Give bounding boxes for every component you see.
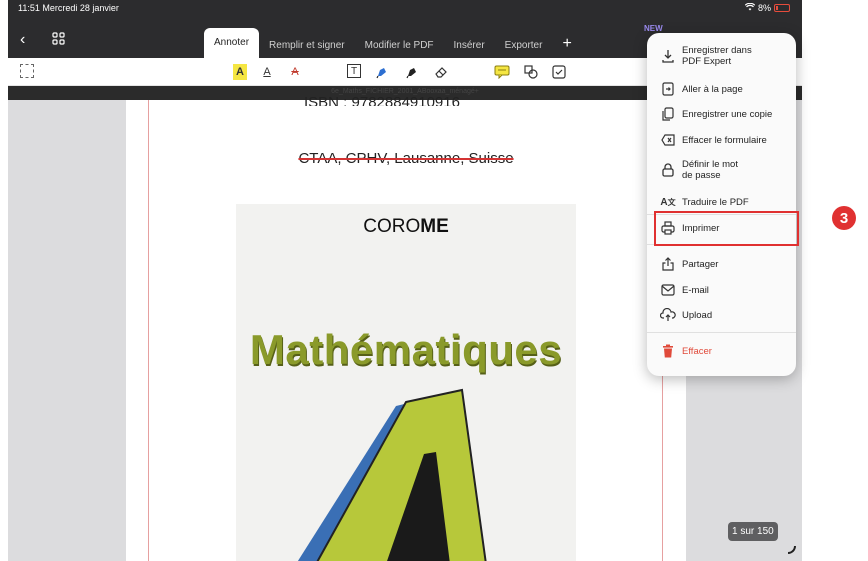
menu-item-upload[interactable]: Upload [647, 306, 796, 324]
cover-brand: COROME [363, 216, 449, 237]
strikethrough-tool[interactable]: A [289, 64, 301, 80]
step-number-badge: 3 [832, 206, 856, 230]
shapes-icon[interactable] [524, 64, 538, 80]
tab-modifier-pdf[interactable]: Modifier le PDF [355, 34, 444, 58]
print-highlight-box [654, 211, 799, 246]
menu-separator [647, 332, 796, 333]
add-tab-button[interactable]: + [552, 32, 581, 58]
pen-icon[interactable] [375, 64, 389, 80]
publisher-text: CTAA, CPHV, Lausanne, Suisse [298, 150, 514, 167]
menu-item-goto-page[interactable]: Aller à la page [647, 80, 796, 98]
wifi-icon [744, 2, 756, 13]
tab-remplir-signer[interactable]: Remplir et signer [259, 34, 355, 58]
tab-inserer[interactable]: Insérer [444, 34, 495, 58]
tab-exporter[interactable]: Exporter [495, 34, 553, 58]
underline-tool[interactable]: A [261, 64, 273, 80]
cover-title: Mathématiques [249, 326, 563, 373]
menu-item-set-password[interactable]: Définir le mot de passe [647, 157, 796, 183]
status-time: 11:51 Mercredi 28 janvier [18, 3, 119, 13]
export-menu: Enregistrer dans PDF Expert Aller à la pa… [647, 33, 796, 376]
text-box-tool[interactable]: T [347, 64, 361, 78]
share-icon [660, 256, 676, 272]
page-indicator: 1 sur 150 [728, 522, 778, 541]
mode-tabs: Annoter Remplir et signer Modifier le PD… [204, 28, 582, 58]
menu-item-translate[interactable]: A文 Traduire le PDF [647, 193, 796, 211]
comment-icon[interactable] [494, 64, 510, 80]
cloud-upload-icon [660, 307, 676, 323]
translate-icon: A文 [660, 196, 676, 208]
download-icon [660, 48, 676, 64]
menu-item-clear-form[interactable]: Effacer le formulaire [647, 131, 796, 149]
new-badge: NEW [644, 24, 663, 33]
lock-icon [660, 162, 676, 178]
pdf-page[interactable]: ISBN : 9782884910916 CTAA, CPHV, Lausann… [126, 94, 686, 561]
clear-form-icon [660, 132, 676, 148]
back-button[interactable]: ‹ [20, 32, 25, 48]
copy-icon [660, 106, 676, 122]
thumbnails-grid-icon[interactable] [52, 32, 65, 45]
page-margin-line [148, 100, 149, 561]
battery-icon [774, 4, 790, 12]
status-battery: 8% [744, 2, 790, 13]
tab-annoter[interactable]: Annoter [204, 28, 260, 58]
menu-item-save-copy[interactable]: Enregistrer une copie [647, 105, 796, 123]
menu-item-save-pdf-expert[interactable]: Enregistrer dans PDF Expert [647, 43, 796, 69]
menu-item-delete[interactable]: Effacer [647, 342, 796, 360]
book-cover: COROME Mathématiques [236, 204, 576, 561]
menu-item-email[interactable]: E-mail [647, 281, 796, 299]
trash-icon [660, 343, 676, 359]
stamp-icon[interactable] [552, 64, 566, 80]
selection-tool-icon[interactable] [20, 64, 34, 78]
isbn-text: ISBN : 9782884910916 [304, 94, 460, 106]
menu-item-share[interactable]: Partager [647, 255, 796, 273]
cover-number-artwork [297, 388, 487, 561]
highlight-tool[interactable]: A [233, 64, 247, 80]
eraser-icon[interactable] [434, 64, 448, 80]
page-goto-icon [660, 81, 676, 97]
marker-icon[interactable] [405, 64, 419, 80]
mail-icon [660, 282, 676, 298]
